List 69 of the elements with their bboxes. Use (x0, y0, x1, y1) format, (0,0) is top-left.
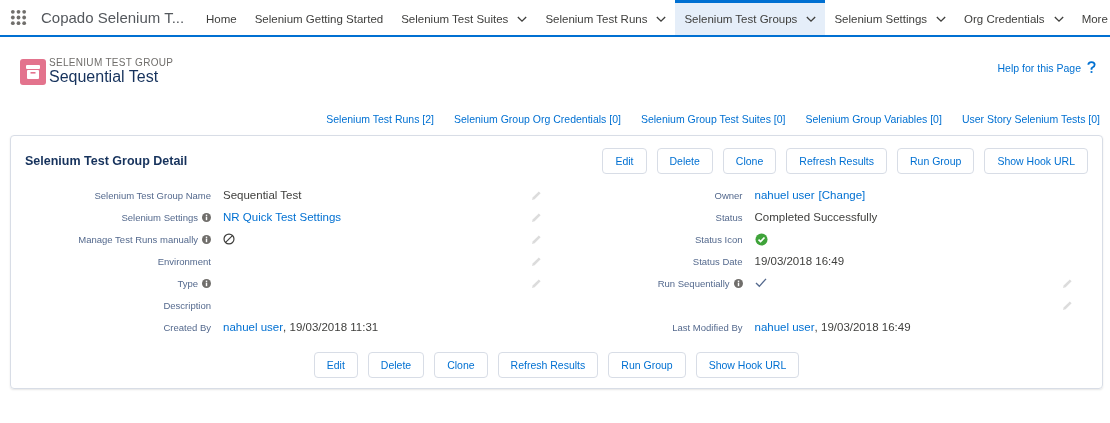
field-label: Last Modified By (672, 321, 743, 333)
field-label: Manage Test Runs manually (78, 233, 198, 245)
record-link[interactable]: nahuel user (223, 321, 284, 333)
chevron-down-icon (656, 15, 667, 23)
field-label: Selenium Test Group Name (94, 189, 211, 201)
field-label: Created By (163, 321, 211, 333)
record-link[interactable]: NR Quick Test Settings (223, 211, 342, 223)
related-list-link[interactable]: Selenium Group Test Suites [0] (640, 113, 786, 135)
action-button[interactable]: Delete (367, 352, 425, 378)
nav-tab[interactable]: More (1072, 0, 1110, 35)
app-launcher-icon[interactable] (10, 9, 27, 26)
nav-tab[interactable]: Org Credentials (955, 0, 1073, 35)
record-link[interactable]: nahuel user (754, 321, 815, 333)
nav-tab[interactable]: Selenium Test Groups (675, 0, 826, 35)
success-icon (754, 232, 768, 246)
help-link[interactable]: Help for this Page (997, 61, 1081, 74)
pencil-icon[interactable] (530, 233, 542, 245)
nav-tab[interactable]: Selenium Test Runs (536, 0, 676, 35)
pencil-icon[interactable] (1062, 299, 1073, 311)
panel-title: Selenium Test Group Detail (25, 154, 188, 168)
related-list-link[interactable]: Selenium Group Variables [0] (805, 113, 942, 135)
field-label: Run Sequentially (657, 277, 730, 289)
nav-tab[interactable]: Selenium Settings (825, 0, 956, 35)
pencil-icon[interactable] (530, 211, 542, 223)
pencil-icon[interactable] (530, 277, 542, 289)
action-button[interactable]: Run Group (897, 148, 975, 174)
chevron-down-icon (517, 15, 528, 23)
action-button[interactable]: Refresh Results (497, 352, 599, 378)
action-button[interactable]: Edit (602, 148, 647, 174)
action-button[interactable]: Edit (313, 352, 358, 378)
field-label: Status Date (692, 255, 743, 267)
field-value: 19/03/2018 16:49 (754, 255, 845, 267)
action-button[interactable]: Show Hook URL (695, 352, 800, 378)
related-list-link[interactable]: Selenium Test Runs [2] (326, 113, 434, 135)
app-name: Copado Selenium T... (41, 9, 186, 26)
action-button[interactable]: Delete (656, 148, 713, 174)
object-type: SELENIUM TEST GROUP (49, 58, 174, 69)
record-title: Sequential Test (49, 68, 160, 86)
field-label: Description (163, 299, 211, 311)
field-label: Environment (157, 255, 211, 267)
pencil-icon[interactable] (1062, 277, 1073, 289)
field-label: Status Icon (694, 233, 743, 245)
field-value: , 19/03/2018 16:49 (814, 321, 911, 333)
pencil-icon[interactable] (530, 255, 542, 267)
action-button[interactable]: Clone (722, 148, 777, 174)
help-icon[interactable] (1087, 61, 1096, 74)
field-label: Type (177, 277, 198, 289)
field-label: Status (715, 211, 743, 223)
action-button[interactable]: Clone (434, 352, 488, 378)
record-link[interactable]: nahuel user (754, 189, 815, 201)
pencil-icon[interactable] (530, 189, 542, 201)
field-value: , 19/03/2018 11:31 (283, 321, 379, 333)
chevron-down-icon (936, 15, 947, 23)
field-label: Owner (714, 189, 743, 201)
nav-tab[interactable]: Selenium Getting Started (245, 0, 393, 35)
record-icon (20, 58, 46, 85)
action-button[interactable]: Run Group (608, 352, 686, 378)
action-button[interactable]: Show Hook URL (984, 148, 1088, 174)
field-label: Selenium Settings (121, 211, 198, 223)
field-value: Completed Successfully (754, 211, 878, 223)
chevron-down-icon (806, 15, 817, 23)
nav-tab[interactable]: Home (197, 0, 246, 35)
action-button[interactable]: Refresh Results (786, 148, 887, 174)
related-list-link[interactable]: Selenium Group Org Credentials [0] (454, 113, 621, 135)
related-list-link[interactable]: User Story Selenium Tests [0] (961, 113, 1100, 135)
nav-tab[interactable]: Selenium Test Suites (392, 0, 537, 35)
field-value: Sequential Test (223, 189, 302, 201)
chevron-down-icon (1053, 15, 1064, 23)
record-link[interactable]: [Change] (818, 189, 866, 201)
